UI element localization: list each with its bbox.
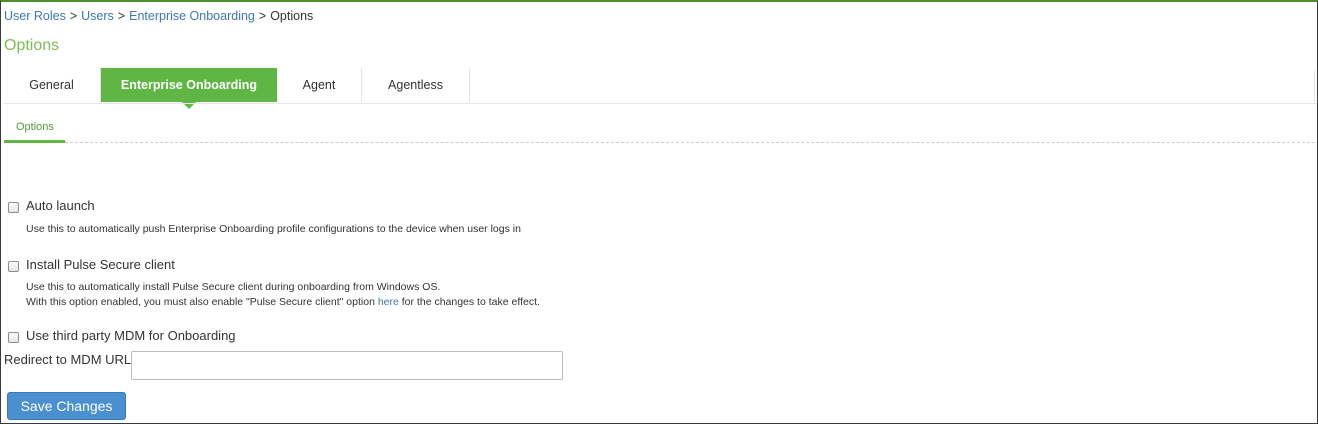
breadcrumb-separator: > [69,9,78,23]
section-divider [65,142,1315,143]
breadcrumb-user-roles[interactable]: User Roles [4,9,66,23]
page-title: Options [4,37,60,54]
install-pulse-label: Install Pulse Secure client [26,257,175,272]
breadcrumb-separator: > [117,9,126,23]
here-link[interactable]: here [378,296,399,308]
subtab-options[interactable]: Options [4,120,65,143]
mdm-url-input[interactable] [131,351,563,380]
tab-agentless[interactable]: Agentless [362,68,470,102]
mdm-url-label: Redirect to MDM URL [4,352,132,367]
tab-agent[interactable]: Agent [277,68,362,102]
third-party-mdm-checkbox[interactable] [8,332,19,343]
install-pulse-help-text-end: for the changes to take effect. [398,296,540,308]
breadcrumb-enterprise-onboarding[interactable]: Enterprise Onboarding [129,9,255,23]
breadcrumb: User Roles > Users > Enterprise Onboarding > O… [4,9,313,23]
tab-divider [3,103,1316,104]
tab-bar-edge [1314,70,1315,102]
install-pulse-checkbox[interactable] [8,261,19,272]
breadcrumb-current: Options [270,9,314,23]
auto-launch-label: Auto launch [26,198,95,213]
auto-launch-checkbox[interactable] [8,202,19,213]
breadcrumb-separator: > [258,9,267,23]
subtab-options-label: Options [16,121,54,133]
third-party-mdm-label: Use third party MDM for Onboarding [26,328,236,343]
install-pulse-help-line2: With this option enabled, you must also … [26,296,540,308]
subtab-active-indicator [4,140,65,143]
tab-enterprise-onboarding[interactable]: Enterprise Onboarding [101,68,277,109]
breadcrumb-users[interactable]: Users [81,9,114,23]
install-pulse-help-line1: Use this to automatically install Pulse … [26,281,441,293]
install-pulse-help-text: With this option enabled, you must also … [26,296,378,308]
window-frame: User Roles > Users > Enterprise Onboarding > O… [0,0,1318,424]
save-changes-button[interactable]: Save Changes [7,392,126,420]
tab-general[interactable]: General [3,68,101,102]
auto-launch-help: Use this to automatically push Enterpris… [26,223,521,235]
tab-bar: General Enterprise Onboarding Agent Agen… [3,68,470,109]
